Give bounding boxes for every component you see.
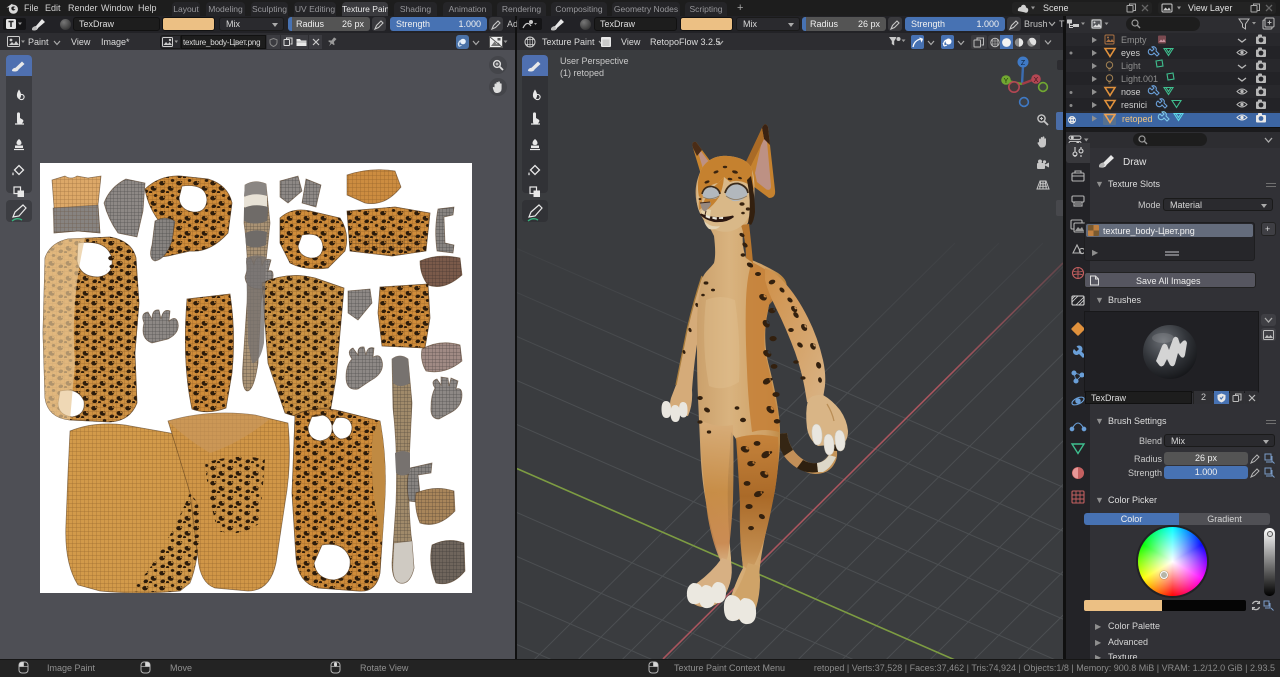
svg-text:Z: Z [1021, 60, 1026, 67]
svg-text:Y: Y [1004, 78, 1009, 85]
svg-text:X: X [1034, 77, 1039, 84]
